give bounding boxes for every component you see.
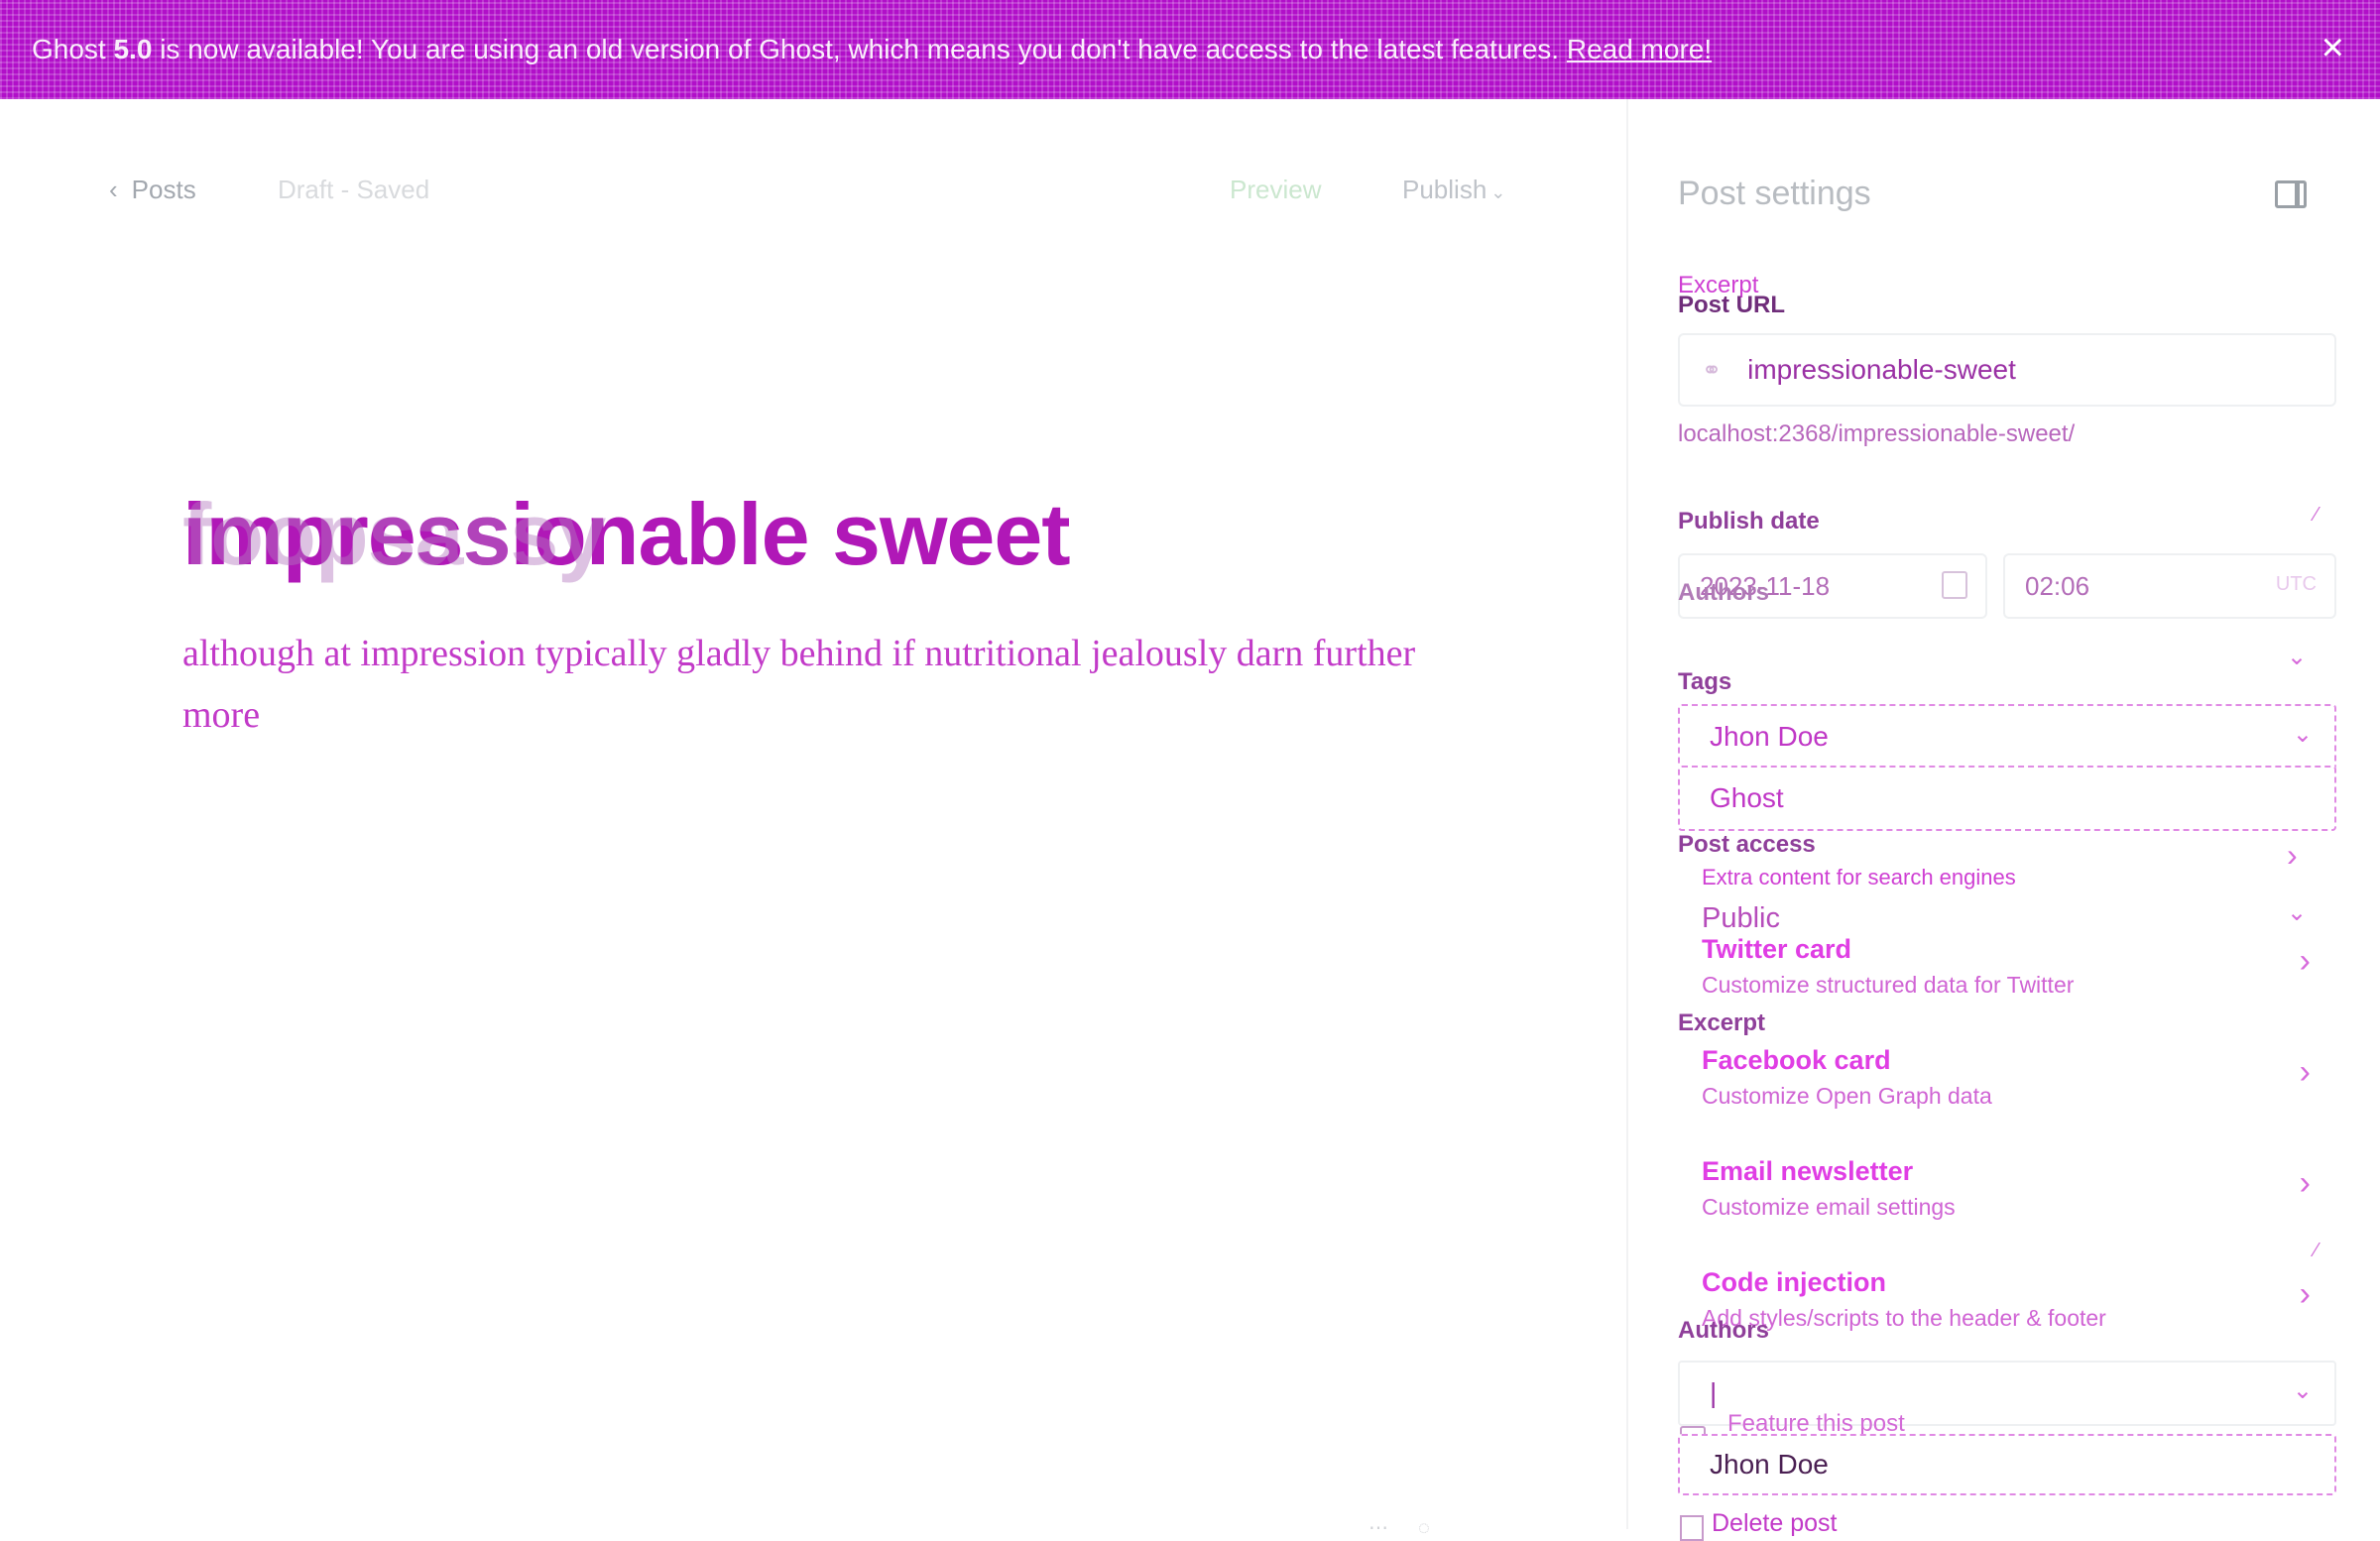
email-newsletter-title: Email newsletter xyxy=(1702,1156,1914,1186)
post-status: Draft - Saved xyxy=(278,175,430,204)
chevron-right-icon: › xyxy=(2299,942,2311,980)
code-injection-title: Code injection xyxy=(1702,1267,1887,1297)
tags-label: Tags xyxy=(1678,668,1732,695)
post-body[interactable]: although at impression typically gladly … xyxy=(182,623,1432,746)
chevron-right-icon: › xyxy=(2299,1164,2311,1202)
panel-title: Post settings xyxy=(1678,175,1871,212)
editor-footer-icons: ⋯◌ xyxy=(1368,1515,1460,1540)
publish-label: Publish xyxy=(1402,175,1488,204)
code-injection-row[interactable]: Code injection Add styles/scripts to the… xyxy=(1678,1261,2332,1357)
chevron-down-icon: ⌄ xyxy=(1490,182,1506,202)
help-icon[interactable]: ◌ xyxy=(1418,1517,1460,1539)
facebook-card-title: Facebook card xyxy=(1702,1045,1891,1075)
post-url-hint: localhost:2368/impressionable-sweet/ xyxy=(1678,420,2076,447)
meta-data-hint: Extra content for search engines xyxy=(1702,865,2016,889)
authors-dropdown-option[interactable]: Jhon Doe ⌄ xyxy=(1678,704,2336,770)
post-url-value: impressionable-sweet xyxy=(1747,354,2016,385)
chevron-down-icon: ⌄ xyxy=(2292,721,2313,748)
authors-ghost-label: Authors xyxy=(1678,579,1769,606)
delete-post-button[interactable]: Delete post xyxy=(1712,1509,1837,1538)
author-option-label: Jhon Doe xyxy=(1710,721,1829,752)
text-cursor-icon: | xyxy=(1710,1377,1718,1408)
chevron-down-icon: ⌄ xyxy=(2292,1377,2313,1404)
banner-version: 5.0 xyxy=(113,34,153,64)
publish-button[interactable]: Publish ⌄ xyxy=(1402,175,1505,205)
twitter-card-subtitle: Customize structured data for Twitter xyxy=(1702,972,2075,998)
authors-label: Authors xyxy=(1678,1317,1769,1344)
update-banner: Ghost 5.0 is now available! You are usin… xyxy=(0,0,2380,99)
trash-icon xyxy=(1680,1515,1704,1541)
email-newsletter-subtitle: Customize email settings xyxy=(1702,1194,1956,1220)
calendar-icon[interactable] xyxy=(1942,571,1967,599)
publish-date-label: Publish date xyxy=(1678,508,1820,534)
editor-topbar: ‹ Posts Draft - Saved Preview Publish ⌄ xyxy=(0,175,1626,218)
post-settings-panel: Post settings Excerpt Post URL ⚭ impress… xyxy=(1626,99,2380,1541)
resize-handle-icon: ⁄ xyxy=(2315,504,2319,526)
banner-prefix: Ghost xyxy=(32,34,114,64)
chevron-right-icon: › xyxy=(2299,1053,2311,1091)
publish-time-input[interactable]: 02:06 UTC xyxy=(2003,553,2336,619)
chevron-down-icon[interactable]: ⌄ xyxy=(2287,643,2307,671)
chevron-right-icon[interactable]: › xyxy=(2287,837,2298,874)
twitter-card-row[interactable]: Twitter card Customize structured data f… xyxy=(1678,928,2332,1023)
twitter-card-title: Twitter card xyxy=(1702,934,1852,964)
post-url-input[interactable]: ⚭ impressionable-sweet xyxy=(1678,333,2336,407)
chevron-left-icon: ‹ xyxy=(109,175,118,204)
author-selected-label: Jhon Doe xyxy=(1710,1449,1829,1480)
resize-handle-icon: ⁄ xyxy=(2315,1240,2319,1261)
post-access-label: Post access xyxy=(1678,831,1816,858)
banner-read-more-link[interactable]: Read more! xyxy=(1567,34,1712,64)
facebook-card-subtitle: Customize Open Graph data xyxy=(1702,1083,1992,1109)
banner-message: Ghost 5.0 is now available! You are usin… xyxy=(32,34,1712,65)
chevron-right-icon: › xyxy=(2299,1275,2311,1313)
link-icon: ⚭ xyxy=(1702,356,1723,384)
back-to-posts-link[interactable]: ‹ Posts xyxy=(109,175,196,205)
preview-button[interactable]: Preview xyxy=(1230,175,1321,205)
post-title-overlap: foopsassy xyxy=(182,485,606,583)
facebook-card-row[interactable]: Facebook card Customize Open Graph data … xyxy=(1678,1039,2332,1134)
close-icon[interactable]: × xyxy=(2321,28,2344,67)
tags-dropdown-option[interactable]: Ghost xyxy=(1678,766,2336,831)
post-body-text: although at impression typically gladly … xyxy=(182,633,1416,736)
post-title[interactable]: foopsassy impressionable sweet xyxy=(182,484,1071,585)
banner-middle: is now available! You are using an old v… xyxy=(152,34,1567,64)
excerpt-label: Excerpt xyxy=(1678,1009,1766,1036)
sidebar-toggle-icon[interactable] xyxy=(2275,180,2307,208)
timezone-label: UTC xyxy=(2275,573,2317,595)
author-selected-option[interactable]: Jhon Doe xyxy=(1678,1434,2336,1495)
publish-time-value: 02:06 xyxy=(2025,570,2090,601)
email-newsletter-row[interactable]: Email newsletter Customize email setting… xyxy=(1678,1150,2332,1245)
word-count-icon: ⋯ xyxy=(1368,1517,1418,1539)
tag-option-label: Ghost xyxy=(1710,782,1784,813)
post-url-label: Post URL xyxy=(1678,292,1785,318)
chevron-down-icon[interactable]: ⌄ xyxy=(2287,898,2307,927)
back-label: Posts xyxy=(131,175,196,204)
